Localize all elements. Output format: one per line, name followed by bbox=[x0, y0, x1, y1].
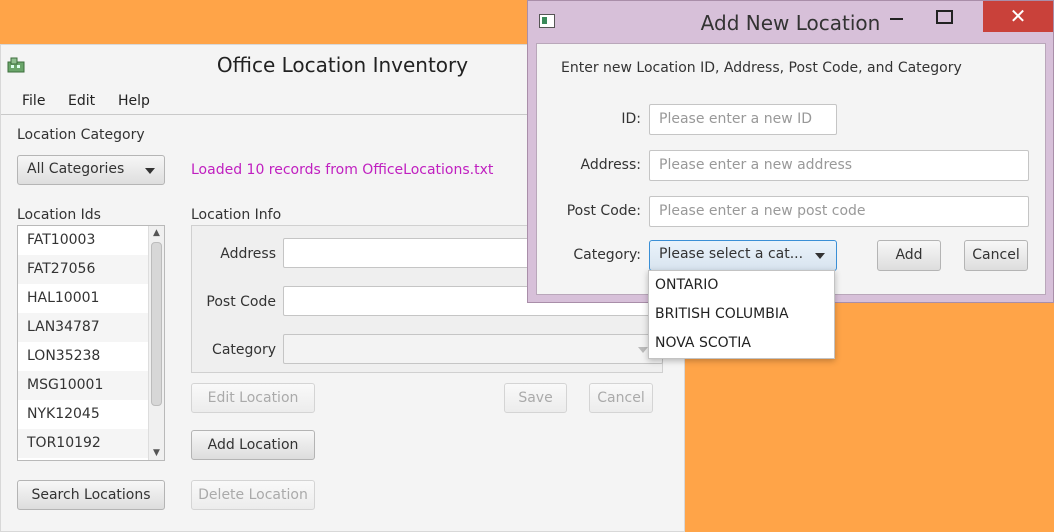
list-item[interactable]: NYK12045 bbox=[18, 400, 164, 429]
close-icon: ✕ bbox=[1009, 4, 1027, 28]
chevron-down-icon bbox=[815, 253, 825, 259]
edit-location-button[interactable]: Edit Location bbox=[191, 383, 315, 413]
address-label: Address: bbox=[580, 157, 641, 173]
option-ontario[interactable]: ONTARIO bbox=[649, 271, 834, 300]
list-item[interactable]: FAT27056 bbox=[18, 255, 164, 284]
category-field[interactable] bbox=[283, 334, 663, 364]
scrollbar-thumb[interactable] bbox=[151, 242, 162, 406]
list-item[interactable]: TOR10192 bbox=[18, 429, 164, 458]
location-id-list[interactable]: FAT10003 FAT27056 HAL10001 LAN34787 LON3… bbox=[17, 225, 165, 461]
category-select[interactable]: Please select a cat... bbox=[649, 240, 837, 271]
location-info-label: Location Info bbox=[191, 207, 282, 223]
option-nova-scotia[interactable]: NOVA SCOTIA bbox=[649, 329, 834, 358]
category-field-label: Category bbox=[212, 342, 276, 358]
id-placeholder: Please enter a new ID bbox=[659, 111, 813, 127]
list-item[interactable]: FAT10003 bbox=[18, 226, 164, 255]
vertical-scrollbar[interactable]: ▲ ▼ bbox=[148, 226, 164, 460]
option-british-columbia[interactable]: BRITISH COLUMBIA bbox=[649, 300, 834, 329]
category-label: Category: bbox=[573, 247, 641, 263]
maximize-button[interactable] bbox=[925, 1, 963, 33]
post-code-input[interactable]: Please enter a new post code bbox=[649, 196, 1029, 227]
chevron-down-icon bbox=[145, 168, 155, 174]
search-locations-button[interactable]: Search Locations bbox=[17, 480, 165, 510]
status-message: Loaded 10 records from OfficeLocations.t… bbox=[191, 162, 494, 178]
save-button[interactable]: Save bbox=[504, 383, 567, 413]
add-location-dialog: Add New Location ✕ Enter new Location ID… bbox=[527, 0, 1054, 303]
add-location-button[interactable]: Add Location bbox=[191, 430, 315, 460]
dialog-title: Add New Location bbox=[700, 11, 881, 35]
cancel-button[interactable]: Cancel bbox=[964, 240, 1028, 271]
category-label: Location Category bbox=[17, 127, 145, 143]
address-placeholder: Please enter a new address bbox=[659, 157, 853, 173]
location-ids-label: Location Ids bbox=[17, 207, 101, 223]
category-select-value: Please select a cat... bbox=[659, 246, 804, 262]
scroll-up-icon[interactable]: ▲ bbox=[153, 228, 160, 238]
post-code-label: Post Code: bbox=[566, 203, 641, 219]
maximize-icon bbox=[936, 10, 953, 24]
menu-help[interactable]: Help bbox=[118, 93, 150, 109]
cancel-button[interactable]: Cancel bbox=[589, 383, 653, 413]
category-select-value: All Categories bbox=[27, 161, 125, 177]
close-button[interactable]: ✕ bbox=[983, 1, 1053, 32]
post-code-label: Post Code bbox=[206, 294, 276, 310]
menu-file[interactable]: File bbox=[22, 93, 45, 109]
list-item[interactable]: MSG10001 bbox=[18, 371, 164, 400]
add-button[interactable]: Add bbox=[877, 240, 941, 271]
list-item[interactable]: HAL10001 bbox=[18, 284, 164, 313]
id-label: ID: bbox=[621, 111, 641, 127]
id-input[interactable]: Please enter a new ID bbox=[649, 104, 837, 135]
category-dropdown-menu: ONTARIO BRITISH COLUMBIA NOVA SCOTIA bbox=[648, 270, 835, 359]
dialog-instruction: Enter new Location ID, Address, Post Cod… bbox=[561, 60, 962, 76]
scroll-down-icon[interactable]: ▼ bbox=[153, 448, 160, 458]
category-select[interactable]: All Categories bbox=[17, 155, 165, 185]
dialog-body: Enter new Location ID, Address, Post Cod… bbox=[536, 43, 1046, 295]
list-item[interactable]: LON35238 bbox=[18, 342, 164, 371]
list-item[interactable]: LAN34787 bbox=[18, 313, 164, 342]
delete-location-button[interactable]: Delete Location bbox=[191, 480, 315, 510]
address-label: Address bbox=[220, 246, 276, 262]
minimize-button[interactable] bbox=[877, 1, 915, 33]
chevron-down-icon bbox=[638, 347, 648, 353]
post-code-placeholder: Please enter a new post code bbox=[659, 203, 866, 219]
menu-edit[interactable]: Edit bbox=[68, 93, 95, 109]
address-input[interactable]: Please enter a new address bbox=[649, 150, 1029, 181]
minimize-icon bbox=[890, 18, 903, 20]
